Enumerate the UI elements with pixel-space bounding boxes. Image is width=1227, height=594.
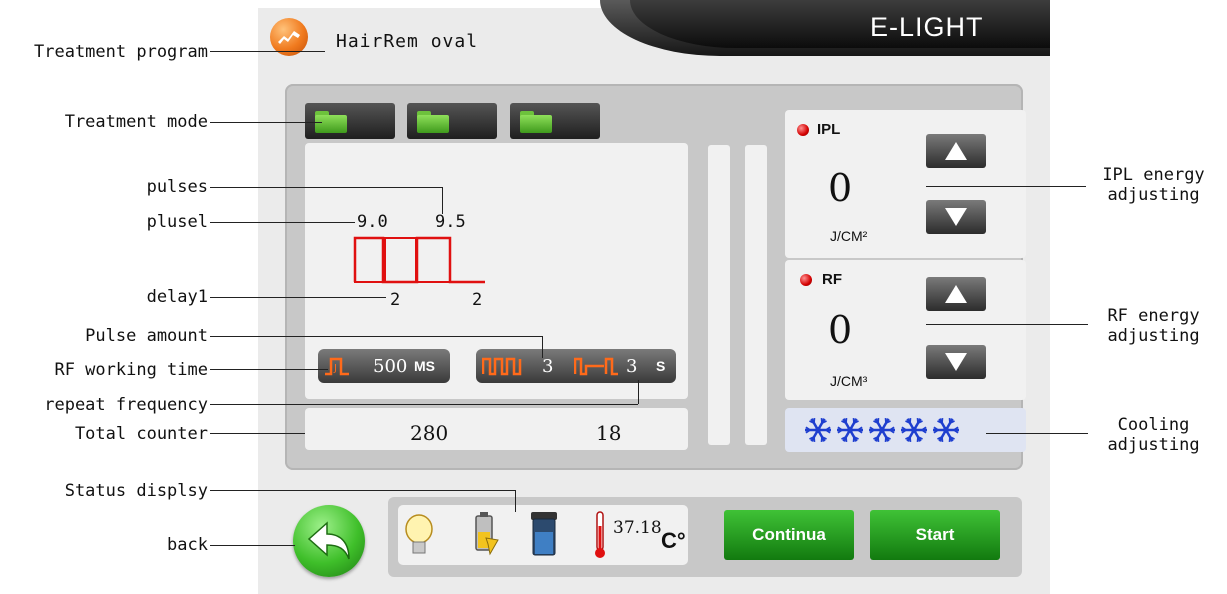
- annotation-rf-working-time: RF working time: [54, 360, 208, 380]
- leader-line: [210, 433, 305, 434]
- energy-bar-right: [745, 145, 767, 445]
- annotation-total-counter: Total counter: [74, 424, 208, 444]
- temperature-unit: C°: [661, 528, 686, 553]
- annotation-delay1: delay1: [146, 287, 208, 307]
- leader-line: [926, 324, 1088, 325]
- start-button[interactable]: Start: [870, 510, 1000, 560]
- annotation-pulses: pulses: [146, 177, 208, 197]
- snowflake-icon: [869, 418, 895, 442]
- mode-tab-2[interactable]: [407, 103, 497, 139]
- pulse-amount-value: 3: [542, 356, 554, 377]
- repeat-frequency-value: 3: [626, 356, 638, 377]
- leader-line: [210, 51, 325, 52]
- back-button[interactable]: [293, 505, 365, 577]
- svg-text:J: J: [333, 363, 337, 374]
- annotation-repeat-frequency: repeat frequency: [44, 395, 208, 415]
- annotation-treatment-program: Treatment program: [34, 42, 208, 62]
- annotation-ipl-energy-adjusting: IPL energy adjusting: [1102, 165, 1205, 205]
- pulse-waveform-line: [353, 236, 485, 284]
- repeat-frequency-icon: [574, 357, 618, 376]
- leader-line: [638, 380, 639, 404]
- leader-line: [210, 122, 322, 123]
- rf-label: RF: [822, 271, 842, 288]
- annotation-status-display: Status displsy: [64, 481, 208, 501]
- water-tank-icon: [531, 512, 557, 556]
- back-arrow-icon: [307, 521, 350, 560]
- ipl-label: IPL: [817, 121, 841, 138]
- counter-panel: [305, 408, 688, 450]
- leader-line: [986, 433, 1088, 434]
- leader-line: [210, 369, 328, 370]
- temperature-value: 37.18: [613, 518, 662, 538]
- brand-title: E-LIGHT: [870, 12, 984, 42]
- pulse2-value[interactable]: 9.5: [435, 212, 466, 232]
- mode-tab-1[interactable]: [305, 103, 395, 139]
- annotation-pulse-amount: Pulse amount: [85, 326, 208, 346]
- annotation-plusel: plusel: [146, 212, 208, 232]
- annotation-rf-energy-adjusting: RF energy adjusting: [1107, 306, 1200, 346]
- folder-icon: [520, 111, 552, 133]
- leader-line: [210, 336, 542, 337]
- ipl-increase-button[interactable]: [926, 134, 986, 168]
- mode-tab-3[interactable]: [510, 103, 600, 139]
- ipl-led-icon: [797, 124, 809, 136]
- rf-increase-button[interactable]: [926, 277, 986, 311]
- battery-icon: [475, 512, 499, 556]
- leader-line: [210, 404, 638, 405]
- rf-led-icon: [800, 274, 812, 286]
- rf-decrease-button[interactable]: [926, 345, 986, 379]
- energy-bar-left: [708, 145, 730, 445]
- leader-line: [210, 490, 515, 491]
- arrow-down-icon: [945, 208, 967, 226]
- snowflake-icon: [933, 418, 959, 442]
- snowflake-icon: [805, 418, 831, 442]
- snowflake-icon: [901, 418, 927, 442]
- ipl-decrease-button[interactable]: [926, 200, 986, 234]
- bulb-icon: [405, 514, 433, 554]
- arrow-up-icon: [945, 285, 967, 303]
- rf-time-unit: MS: [414, 358, 435, 374]
- continua-button[interactable]: Continua: [724, 510, 854, 560]
- rf-energy-unit: J/CM³: [830, 373, 868, 389]
- repeat-frequency-unit: S: [656, 358, 666, 374]
- treatment-program-name: HairRem oval: [336, 31, 479, 52]
- annotation-cooling-adjusting: Cooling adjusting: [1107, 415, 1200, 455]
- folder-icon: [417, 111, 449, 133]
- leader-line: [210, 545, 295, 546]
- delay1-value[interactable]: 2: [390, 290, 400, 310]
- total-counter-value: 280: [410, 421, 449, 445]
- rf-time-value: 500: [373, 356, 408, 377]
- leader-line: [542, 336, 543, 358]
- arrow-up-icon: [945, 142, 967, 160]
- annotation-back: back: [167, 535, 208, 555]
- annotation-treatment-mode: Treatment mode: [64, 112, 208, 132]
- rf-time-icon: J: [325, 357, 349, 376]
- leader-line: [926, 186, 1086, 187]
- pulse-repeat-control[interactable]: 3 3 S: [476, 349, 676, 383]
- pulse-amount-icon: [482, 357, 522, 376]
- leader-line: [210, 297, 386, 298]
- leader-line: [210, 187, 442, 188]
- rf-energy-value: 0: [828, 308, 853, 352]
- ipl-energy-unit: J/CM²: [830, 228, 868, 244]
- thermometer-icon: [595, 511, 605, 558]
- secondary-counter-value: 18: [596, 421, 622, 445]
- leader-line: [515, 490, 516, 512]
- pulse1-value[interactable]: 9.0: [357, 212, 388, 232]
- arrow-down-icon: [945, 353, 967, 371]
- leader-line: [210, 222, 355, 223]
- snowflake-icon: [837, 418, 863, 442]
- ipl-energy-value: 0: [828, 166, 853, 210]
- rf-working-time-control[interactable]: J 500 MS: [318, 349, 450, 383]
- leader-line: [442, 187, 443, 214]
- delay2-value[interactable]: 2: [472, 290, 482, 310]
